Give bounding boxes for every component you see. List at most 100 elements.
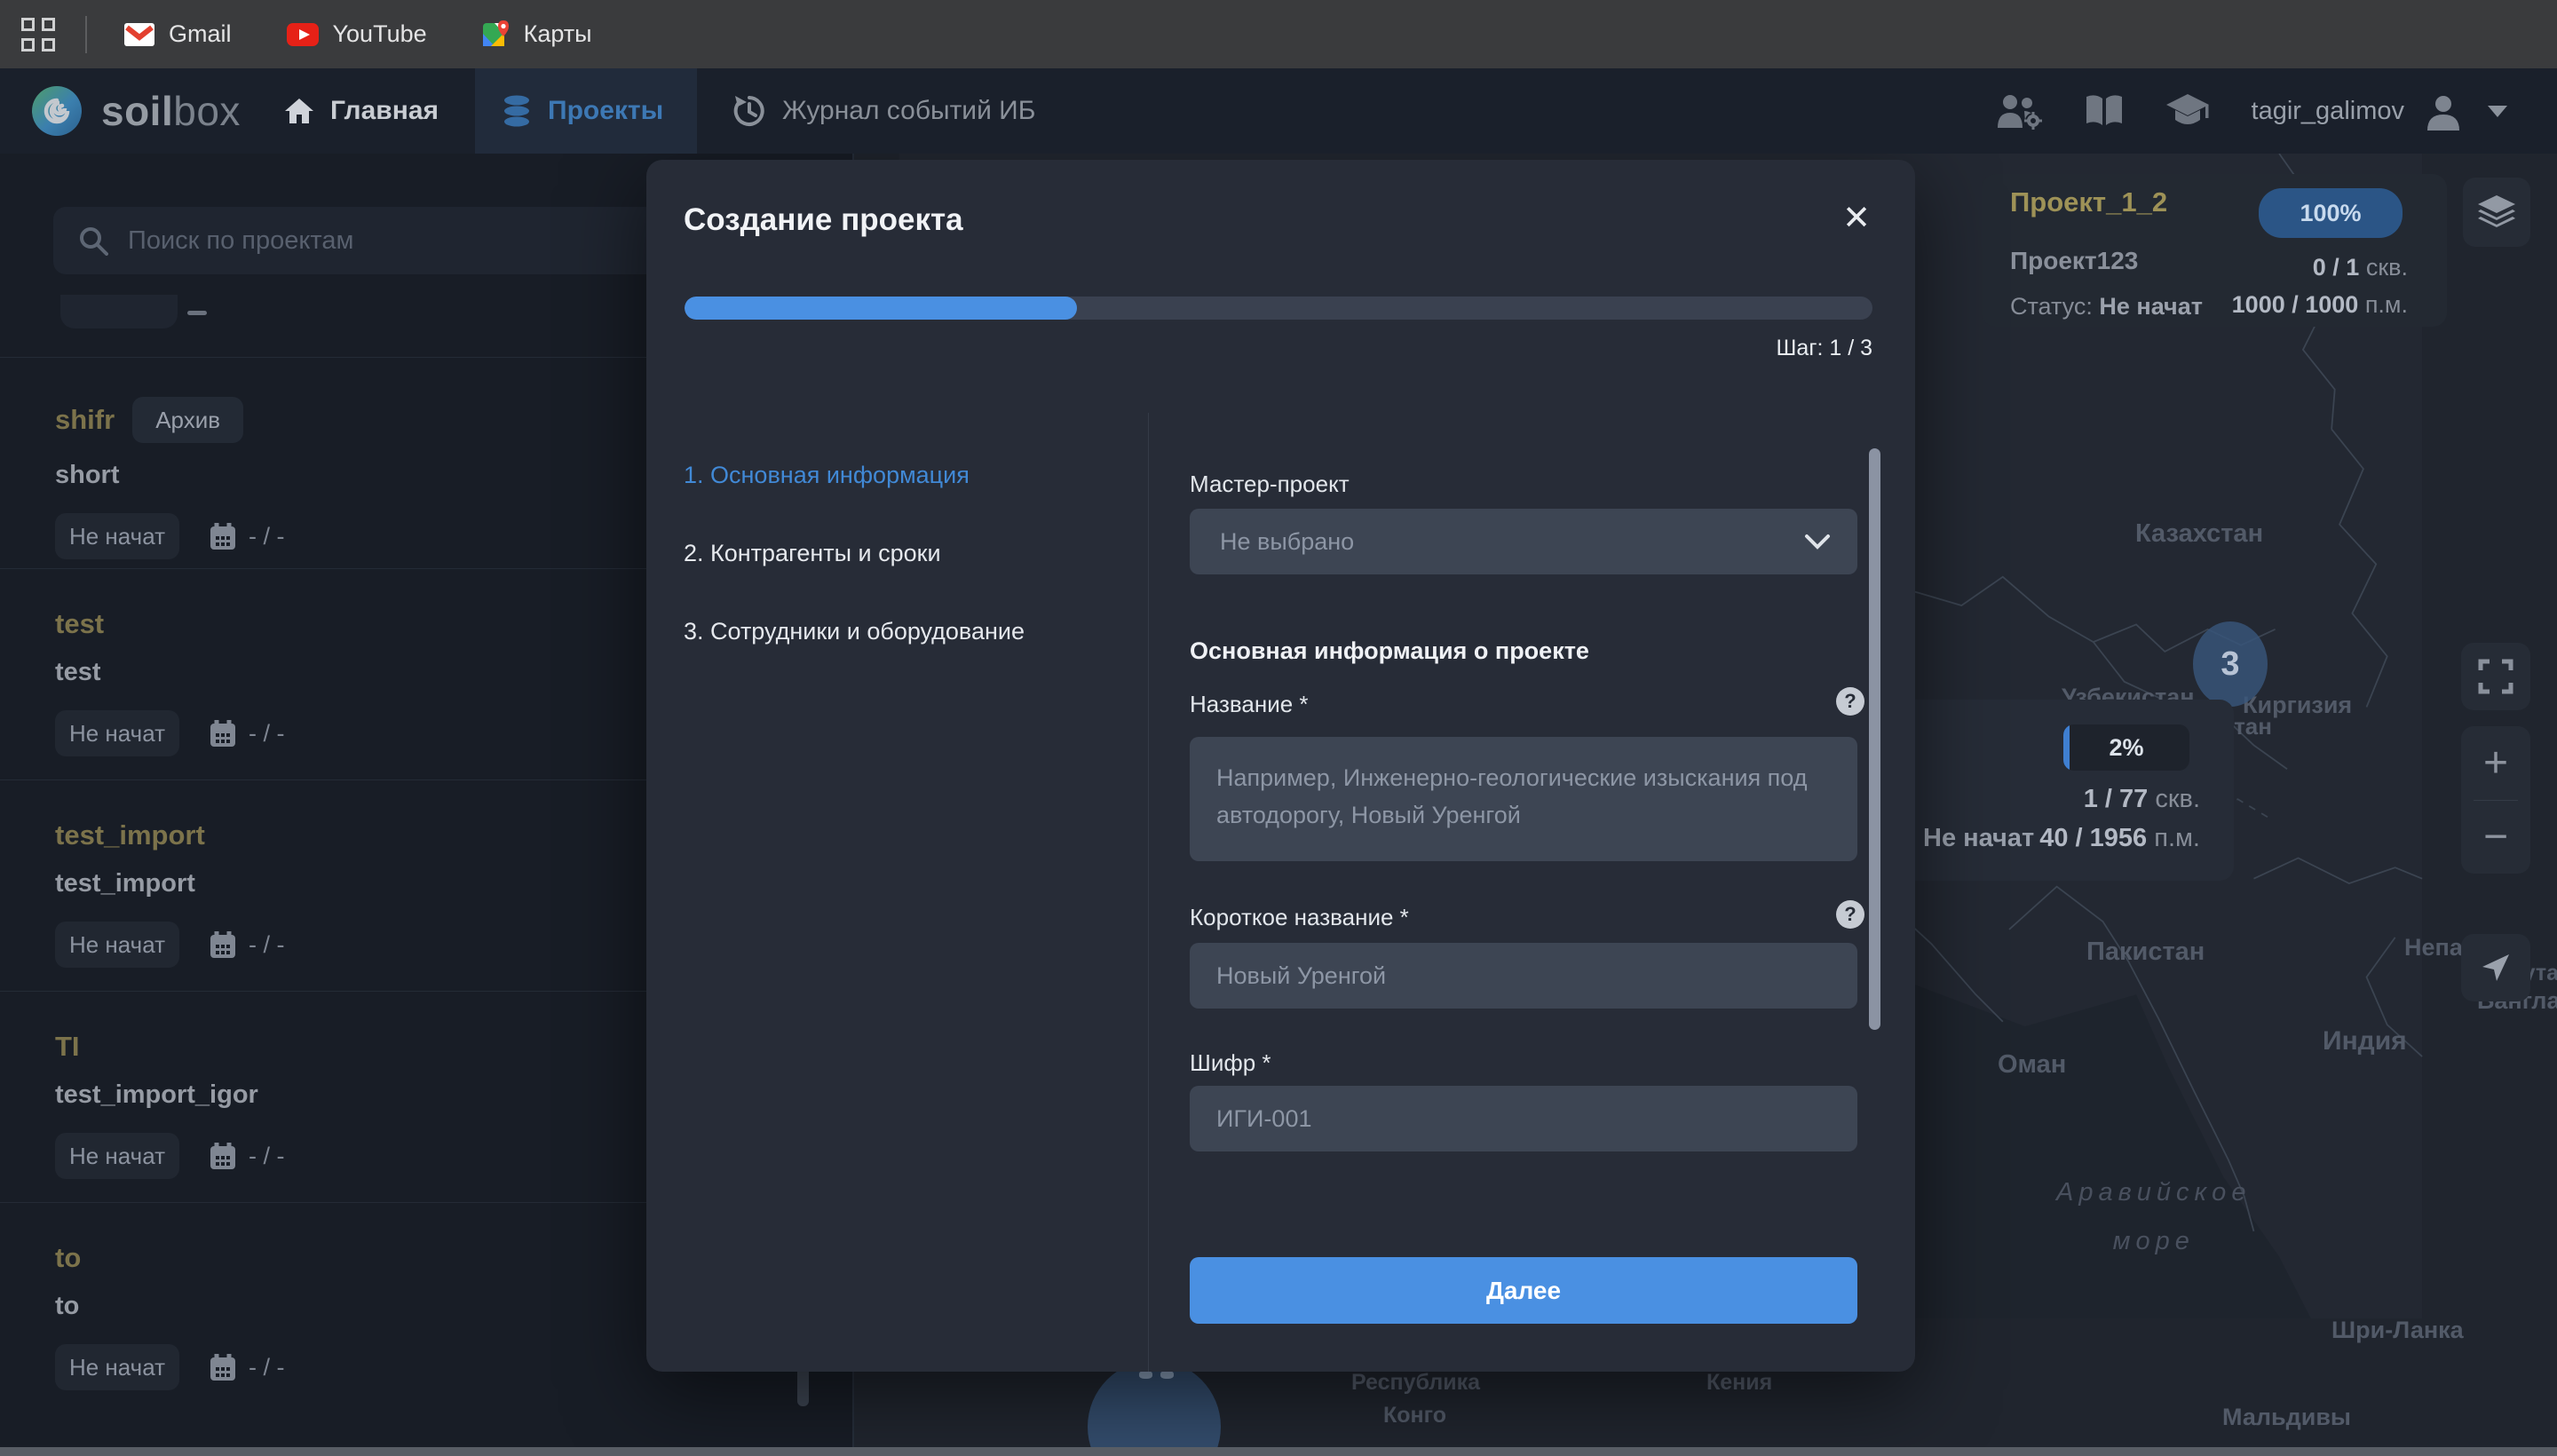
tab-home-label: Главная: [330, 96, 439, 126]
calendar-icon: [210, 1353, 236, 1381]
project-dates: - / -: [249, 523, 285, 550]
next-button[interactable]: Далее: [1190, 1257, 1857, 1324]
scrolled-item-pill: [60, 295, 178, 328]
bookmark-maps[interactable]: Карты: [482, 20, 592, 49]
screen: Казахстан Узбекистан Киргизия Таджикиста…: [0, 0, 2557, 1456]
browser-bookmarks-bar: Gmail YouTube Карты: [0, 0, 2557, 68]
wizard-step-1[interactable]: 1. Основная информация: [684, 462, 970, 489]
education-icon[interactable]: [2165, 92, 2211, 130]
map-label-india: Индия: [2323, 1026, 2407, 1056]
logo-text-bold: soil: [101, 88, 173, 134]
map-cluster-3[interactable]: 3: [2193, 621, 2268, 707]
layers-icon: [2476, 194, 2517, 231]
card-status: Статус: Не начат: [2010, 293, 2203, 320]
calendar-icon: [210, 719, 236, 748]
cluster-digit-mark: [1139, 1371, 1152, 1379]
popup-progress-pill: 2%: [2063, 724, 2189, 771]
maps-icon: [482, 20, 510, 49]
selected-project-card[interactable]: Проект_1_2 100% Проект123 0 / 1 скв. Ста…: [1982, 174, 2447, 327]
wizard-step-3[interactable]: 3. Сотрудники и оборудование: [684, 618, 1025, 645]
status-badge: Не начат: [55, 1133, 179, 1179]
card-wells-unit: скв.: [2366, 254, 2408, 281]
search-icon: [78, 226, 108, 256]
logo-text-light: box: [173, 88, 241, 134]
horizontal-scrollbar[interactable]: [0, 1447, 2557, 1456]
locate-arrow-icon: [2479, 951, 2513, 985]
short-name-input[interactable]: [1190, 943, 1857, 1009]
home-icon: [284, 97, 314, 125]
bookmark-gmail[interactable]: Gmail: [124, 20, 232, 48]
map-label-maldives: Мальдивы: [2222, 1404, 2351, 1431]
popup-meters: 40 / 1956 п.м.: [2039, 824, 2200, 853]
master-project-value: Не выбрано: [1220, 528, 1354, 556]
locate-button[interactable]: [2461, 934, 2530, 1001]
app-navbar: soilbox Главная Проекты Журнал событий И…: [0, 68, 2557, 154]
project-title: test_import: [55, 819, 205, 851]
card-wells-value: 0 / 1: [2313, 254, 2360, 281]
bookmark-label: Gmail: [169, 20, 232, 48]
card-meters: 1000 / 1000 п.м.: [2232, 291, 2408, 319]
map-label-arabian-sea: Аравийское море: [2056, 1168, 2251, 1266]
team-management-icon[interactable]: [1996, 92, 2044, 130]
modal-progress-fill: [685, 297, 1077, 320]
calendar-icon: [210, 522, 236, 550]
status-badge: Не начат: [55, 513, 179, 559]
avatar-icon: [2424, 91, 2463, 131]
code-label: Шифр *: [1190, 1049, 1271, 1077]
section-heading: Основная информация о проекте: [1190, 637, 1589, 665]
map-label-sri-lanka: Шри-Ланка: [2331, 1317, 2464, 1344]
logo[interactable]: soilbox: [32, 68, 241, 154]
soilbox-logo-icon: [32, 86, 82, 136]
search-input[interactable]: [126, 226, 662, 257]
status-badge: Не начат: [55, 1344, 179, 1390]
project-dates: - / -: [249, 1354, 285, 1381]
map-label-kenya: Кения: [1706, 1370, 1772, 1396]
history-icon: [732, 94, 766, 128]
status-badge: Не начат: [55, 922, 179, 968]
short-name-label: Короткое название *: [1190, 904, 1409, 931]
short-name-help-icon[interactable]: ?: [1836, 900, 1864, 929]
map-label-pakistan: Пакистан: [2086, 938, 2205, 967]
popup-wells: 1 / 77 скв.: [2084, 785, 2200, 814]
apps-grid-icon[interactable]: [21, 18, 55, 51]
modal-form: Мастер-проект Не выбрано Основная информ…: [1190, 160, 1857, 1372]
tab-projects[interactable]: Проекты: [475, 68, 697, 154]
popup-progress-fill: [2063, 724, 2070, 771]
card-progress-badge: 100%: [2259, 188, 2403, 238]
wizard-step-2[interactable]: 2. Контрагенты и сроки: [684, 540, 941, 567]
bookmark-youtube[interactable]: YouTube: [287, 20, 427, 48]
name-textarea[interactable]: [1190, 737, 1857, 861]
scrolled-item-dash: [187, 311, 207, 315]
fullscreen-button[interactable]: [2461, 643, 2530, 710]
zoom-out-button[interactable]: −: [2461, 801, 2530, 874]
code-input[interactable]: [1190, 1086, 1857, 1151]
tab-journal[interactable]: Журнал событий ИБ: [706, 68, 1062, 154]
layers-button[interactable]: [2463, 178, 2530, 247]
card-meters-value: 1000 / 1000: [2232, 291, 2359, 318]
popup-wells-unit: скв.: [2155, 785, 2200, 813]
username: tagir_galimov: [2252, 97, 2404, 126]
popup-progress-value: 2%: [2109, 734, 2143, 762]
create-project-modal: Создание проекта ✕ Шаг: 1 / 3 1. Основна…: [646, 160, 1915, 1372]
modal-scrollbar[interactable]: [1869, 448, 1880, 1030]
map-label-congo: Конго: [1383, 1403, 1446, 1428]
navbar-right: tagir_galimov: [1996, 68, 2507, 154]
modal-column-divider: [1148, 413, 1149, 1372]
project-dates: - / -: [249, 1143, 285, 1170]
calendar-icon: [210, 1142, 236, 1170]
name-label: Название *: [1190, 691, 1309, 718]
master-project-select[interactable]: Не выбрано: [1190, 509, 1857, 574]
modal-title: Создание проекта: [684, 202, 963, 238]
handbook-icon[interactable]: [2085, 93, 2124, 129]
popup-status-value: Не начат: [1923, 824, 2034, 852]
card-title: Проект_1_2: [2010, 186, 2167, 218]
status-badge: Не начат: [55, 710, 179, 756]
zoom-in-button[interactable]: +: [2461, 727, 2530, 800]
tab-projects-label: Проекты: [548, 96, 663, 126]
bookmarks-separator: [85, 16, 87, 53]
name-help-icon[interactable]: ?: [1836, 687, 1864, 716]
user-menu[interactable]: tagir_galimov: [2252, 91, 2507, 131]
tab-home[interactable]: Главная: [257, 68, 465, 154]
chevron-down-icon: [1804, 534, 1831, 550]
project-dates: - / -: [249, 720, 285, 748]
